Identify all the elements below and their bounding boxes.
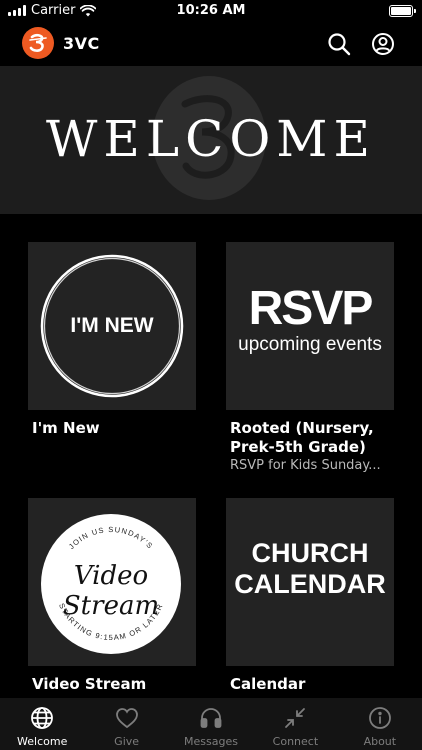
tab-label: Give — [114, 735, 140, 748]
tile-line-1: CHURCH — [251, 538, 369, 568]
battery-icon — [389, 5, 416, 17]
search-icon[interactable] — [327, 32, 351, 56]
banner-title: WELCOME — [45, 110, 377, 168]
status-time: 10:26 AM — [176, 3, 246, 18]
card-calendar[interactable]: CHURCH CALENDAR Calendar — [226, 498, 394, 694]
app-header: 3VC — [0, 22, 422, 66]
tab-label: Welcome — [17, 735, 68, 748]
badge-line-1: Video — [74, 561, 148, 591]
info-icon — [368, 707, 391, 729]
tile-text: CHURCH CALENDAR — [226, 538, 394, 600]
tile-small-text: upcoming events — [238, 334, 382, 355]
tab-connect[interactable]: Connect — [253, 698, 337, 750]
headphones-icon — [200, 708, 222, 728]
status-bar: Carrier 10:26 AM — [0, 0, 422, 22]
card-title: Rooted (Nursery, Prek-5th Grade) — [230, 419, 374, 456]
tile-big-text: RSVP — [248, 282, 374, 335]
arrows-icon — [285, 708, 306, 728]
tab-give[interactable]: Give — [84, 698, 168, 750]
tab-label: Messages — [184, 735, 238, 748]
welcome-banner[interactable]: WELCOME — [0, 66, 422, 214]
heart-icon — [115, 708, 138, 729]
tab-label: Connect — [272, 735, 319, 748]
tab-about[interactable]: About — [338, 698, 422, 750]
card-title: Calendar — [230, 675, 306, 693]
card-subtitle: RSVP for Kids Sunday... — [230, 458, 381, 473]
tab-bar: Welcome Give Messages Connect About — [0, 698, 422, 750]
card-im-new[interactable]: I'M NEW I'm New — [28, 242, 196, 438]
video-stream-badge: JOIN US SUNDAY'S STARTING 9:15AM OR LATE… — [41, 514, 181, 654]
app-logo — [22, 27, 54, 59]
tab-welcome[interactable]: Welcome — [0, 698, 84, 750]
tab-label: About — [363, 735, 397, 748]
tile-text: I'M NEW — [70, 314, 154, 337]
globe-icon — [31, 707, 54, 729]
tile-line-2: CALENDAR — [234, 569, 386, 599]
card-video-stream[interactable]: JOIN US SUNDAY'S STARTING 9:15AM OR LATE… — [28, 498, 196, 694]
card-tile: CHURCH CALENDAR — [226, 498, 394, 666]
app-title: 3VC — [63, 34, 100, 53]
badge-line-2: Stream — [63, 591, 159, 621]
card-tile: RSVP upcoming events — [226, 242, 394, 410]
card-tile: JOIN US SUNDAY'S STARTING 9:15AM OR LATE… — [28, 498, 196, 666]
card-title: Video Stream — [32, 675, 147, 693]
tab-messages[interactable]: Messages — [169, 698, 253, 750]
card-title: I'm New — [32, 419, 100, 437]
card-tile: I'M NEW — [28, 242, 196, 410]
profile-icon[interactable] — [371, 32, 395, 56]
card-rooted[interactable]: RSVP upcoming events Rooted (Nursery, Pr… — [226, 242, 394, 473]
